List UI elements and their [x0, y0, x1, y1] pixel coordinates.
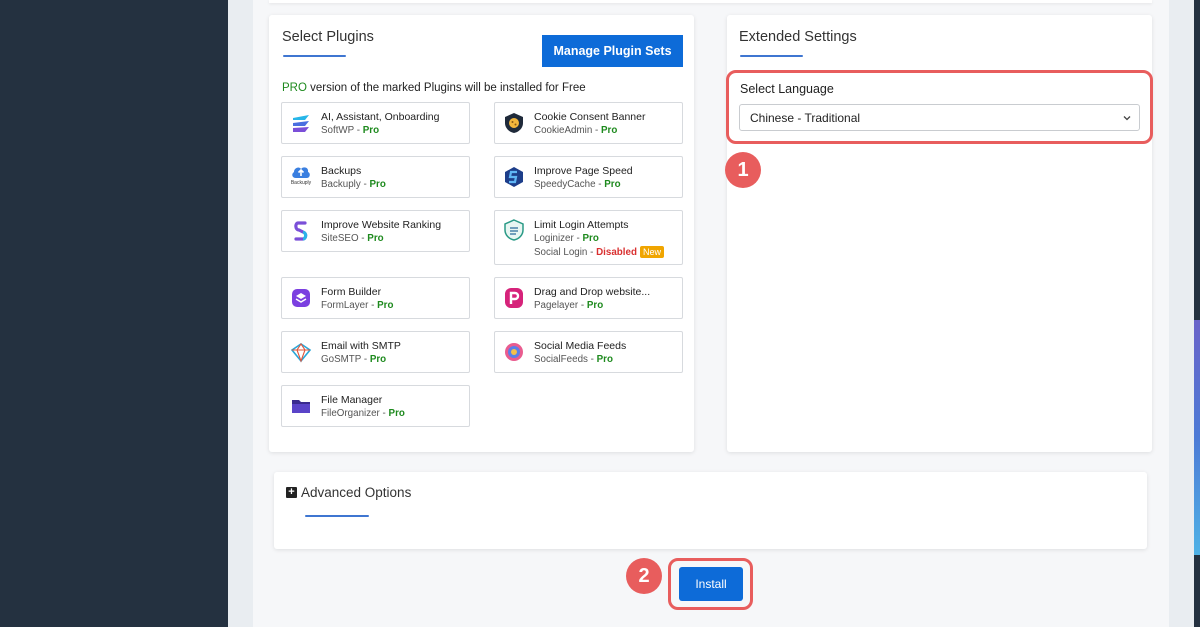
pro-tag: Pro — [582, 233, 599, 244]
plugin-loginizer[interactable]: Limit Login Attempts Loginizer - Pro Soc… — [494, 210, 683, 265]
gosmtp-icon — [290, 341, 312, 363]
plugin-product: FormLayer - Pro — [321, 300, 394, 311]
plugin-name: Email with SMTP — [321, 340, 401, 352]
plugin-siteseo[interactable]: Improve Website Ranking SiteSEO - Pro — [281, 210, 470, 252]
plugin-name: Social Media Feeds — [534, 340, 627, 352]
pro-word: PRO — [282, 82, 307, 94]
plugin-socialfeeds[interactable]: Social Media Feeds SocialFeeds - Pro — [494, 331, 683, 373]
pro-note-text: version of the marked Plugins will be in… — [306, 82, 586, 94]
pro-tag: Pro — [600, 125, 618, 136]
plugin-product: CookieAdmin - Pro — [534, 125, 618, 136]
disabled-tag: Disabled — [596, 247, 637, 258]
pro-tag: Pro — [388, 408, 405, 419]
loginizer-icon — [503, 219, 525, 241]
backuply-icon-caption: Backuply — [290, 180, 312, 186]
manage-plugin-sets-button[interactable]: Manage Plugin Sets — [542, 35, 683, 67]
pro-tag: Pro — [596, 354, 613, 365]
plugin-product: SiteSEO - Pro — [321, 233, 384, 244]
extended-settings-title: Extended Settings — [739, 29, 857, 45]
pro-tag: Pro — [369, 354, 387, 365]
plugin-name: Cookie Consent Banner — [534, 111, 646, 123]
socialfeeds-icon — [503, 341, 525, 363]
pagelayer-icon — [503, 287, 525, 309]
advanced-options-card — [274, 472, 1147, 549]
language-select[interactable]: Chinese - Traditional — [739, 104, 1140, 131]
language-select-value: Chinese - Traditional — [750, 110, 861, 125]
select-language-label: Select Language — [740, 82, 834, 96]
plugin-gosmtp[interactable]: Email with SMTP GoSMTP - Pro — [281, 331, 470, 373]
previous-card-edge — [269, 0, 1152, 3]
plugin-product: Pagelayer - Pro — [534, 300, 604, 311]
plugin-product: SpeedyCache - Pro — [534, 179, 621, 190]
plugin-name: Improve Website Ranking — [321, 219, 442, 231]
plugin-name: Limit Login Attempts — [534, 219, 629, 231]
plugin-name: AI, Assistant, Onboarding — [321, 111, 440, 123]
plugin-pagelayer[interactable]: Drag and Drop website... Pagelayer - Pro — [494, 277, 683, 319]
select-plugins-underline — [283, 55, 346, 57]
pro-version-note: PRO version of the marked Plugins will b… — [282, 82, 586, 94]
pro-tag: Pro — [367, 233, 384, 244]
advanced-options-toggle[interactable]: + Advanced Options — [286, 485, 411, 500]
step-1-badge: 1 — [725, 152, 761, 188]
plugin-product: GoSMTP - Pro — [321, 354, 387, 365]
new-badge: New — [639, 246, 664, 258]
advanced-options-underline — [305, 515, 369, 517]
plugin-formlayer[interactable]: Form Builder FormLayer - Pro — [281, 277, 470, 319]
plugin-name: Backups — [321, 165, 362, 177]
plugin-backuply[interactable]: Backuply Backups Backuply - Pro — [281, 156, 470, 198]
chevron-down-icon — [1122, 112, 1132, 126]
plugin-name: Improve Page Speed — [534, 165, 633, 177]
pro-tag: Pro — [369, 179, 386, 190]
siteseo-icon — [290, 220, 312, 242]
formlayer-icon — [290, 287, 312, 309]
plugin-name: File Manager — [321, 394, 383, 406]
plugin-cookieadmin[interactable]: Cookie Consent Banner CookieAdmin - Pro — [494, 102, 683, 144]
plugin-softwp[interactable]: AI, Assistant, Onboarding SoftWP - Pro — [281, 102, 470, 144]
plugin-speedycache[interactable]: Improve Page Speed SpeedyCache - Pro — [494, 156, 683, 198]
speedycache-icon — [503, 166, 525, 188]
cookie-shield-icon — [503, 112, 525, 134]
plus-square-icon: + — [286, 487, 297, 498]
step-2-badge: 2 — [626, 558, 662, 594]
select-plugins-title: Select Plugins — [282, 29, 374, 45]
pro-tag: Pro — [586, 300, 604, 311]
cloud-upload-icon: Backuply — [290, 164, 312, 186]
folder-icon — [290, 395, 312, 417]
extended-settings-card — [727, 15, 1152, 452]
plugin-product: Backuply - Pro — [321, 179, 386, 190]
pro-tag: Pro — [362, 125, 380, 136]
plugin-name: Form Builder — [321, 286, 382, 298]
left-sidebar — [0, 0, 228, 627]
plugin-product: Loginizer - Pro — [534, 233, 599, 244]
plugin-product: FileOrganizer - Pro — [321, 408, 405, 419]
softwp-icon — [290, 112, 312, 134]
plugin-fileorganizer[interactable]: File Manager FileOrganizer - Pro — [281, 385, 470, 427]
plugin-name: Drag and Drop website... — [534, 286, 651, 298]
pro-tag: Pro — [377, 300, 394, 311]
advanced-options-title: Advanced Options — [301, 485, 412, 500]
plugin-product: SoftWP - Pro — [321, 125, 380, 136]
extended-settings-underline — [740, 55, 803, 57]
install-button[interactable]: Install — [679, 567, 743, 601]
pro-tag: Pro — [604, 179, 621, 190]
scrollbar[interactable] — [1194, 320, 1200, 555]
plugin-extra-product: Social Login - Disabled New — [534, 246, 664, 258]
plugin-product: SocialFeeds - Pro — [534, 354, 613, 365]
